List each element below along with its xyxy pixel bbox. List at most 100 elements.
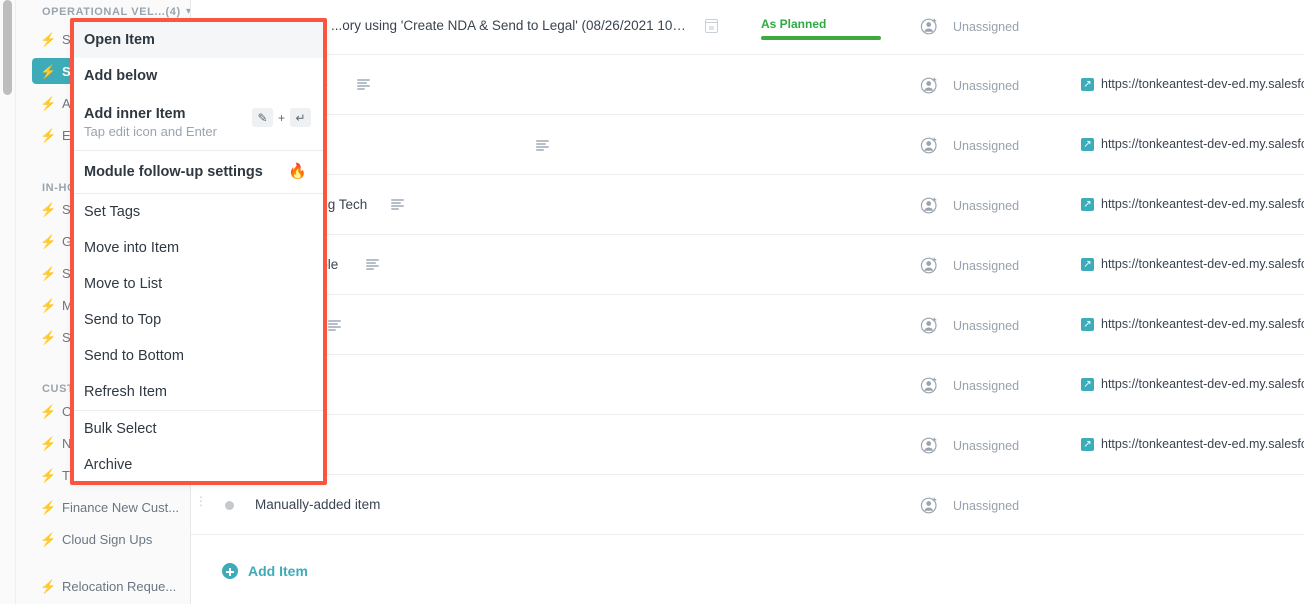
add-user-icon — [920, 196, 939, 215]
description-icon[interactable] — [536, 140, 549, 151]
assignee-cell[interactable]: Unassigned — [920, 136, 1019, 155]
assignee-label: Unassigned — [953, 379, 1019, 393]
sidebar-item-label: Cloud Sign Ups — [62, 532, 152, 547]
bolt-icon: ⚡ — [40, 33, 56, 46]
sidebar-item-finance-new-customer[interactable]: ⚡ Finance New Cust... — [32, 494, 184, 520]
add-user-icon — [920, 76, 939, 95]
link-label[interactable]: https://tonkeantest-dev-ed.my.salesfor… — [1101, 77, 1304, 91]
menu-item-open-item[interactable]: Open Item — [74, 22, 323, 58]
menu-item-label: Bulk Select — [84, 421, 323, 437]
menu-item-label: Archive — [84, 457, 323, 473]
link-label[interactable]: https://tonkeantest-dev-ed.my.salesfor… — [1101, 197, 1304, 211]
menu-item-send-to-top[interactable]: Send to Top — [74, 302, 323, 338]
row-title[interactable]: Manually-added item — [255, 497, 380, 512]
status-label: As Planned — [761, 17, 881, 31]
table-row[interactable]: ...ng Tech Unassigned https://tonkeantes… — [191, 175, 1304, 235]
assignee-label: Unassigned — [953, 499, 1019, 513]
description-icon[interactable] — [357, 79, 370, 90]
menu-item-bulk-select[interactable]: Bulk Select — [74, 411, 323, 447]
assignee-label: Unassigned — [953, 79, 1019, 93]
description-icon[interactable] — [391, 199, 404, 210]
table-row[interactable]: Unassigned https://tonkeantest-dev-ed.my… — [191, 115, 1304, 175]
context-menu: Open Item Add below Add inner Item Tap e… — [74, 22, 323, 481]
plus-icon — [222, 563, 238, 579]
bolt-icon: ⚡ — [40, 267, 56, 280]
bolt-icon: ⚡ — [40, 203, 56, 216]
assignee-cell[interactable]: Unassigned — [920, 496, 1019, 515]
flame-icon: 🔥 — [288, 164, 307, 179]
sidebar-item-cloud-sign-ups[interactable]: ⚡ Cloud Sign Ups — [32, 526, 184, 552]
link-label[interactable]: https://tonkeantest-dev-ed.my.salesfor… — [1101, 437, 1304, 451]
description-icon[interactable] — [366, 259, 379, 270]
menu-item-label: Module follow-up settings — [84, 164, 323, 180]
bolt-icon: ⚡ — [40, 65, 56, 78]
table-row[interactable]: Unassigned https://tonkeantest-dev-ed.my… — [191, 355, 1304, 415]
link-cell[interactable]: https://tonkeantest-dev-ed.my.salesfor… — [1081, 137, 1304, 151]
page-scrollbar-thumb[interactable] — [3, 0, 12, 95]
assignee-cell[interactable]: Unassigned — [920, 76, 1019, 95]
menu-item-refresh-item[interactable]: Refresh Item — [74, 374, 323, 410]
calendar-icon[interactable] — [705, 19, 718, 33]
bolt-icon: ⚡ — [40, 533, 56, 546]
menu-item-set-tags[interactable]: Set Tags — [74, 194, 323, 230]
link-cell[interactable]: https://tonkeantest-dev-ed.my.salesfor… — [1081, 317, 1304, 331]
add-user-icon — [920, 316, 939, 335]
row-status-dot — [225, 501, 234, 510]
sidebar-item-label: Relocation Reque... — [62, 579, 176, 594]
page-scrollbar[interactable] — [0, 0, 16, 604]
link-cell[interactable]: https://tonkeantest-dev-ed.my.salesfor… — [1081, 77, 1304, 91]
menu-item-add-inner-item[interactable]: Add inner Item Tap edit icon and Enter ✎… — [74, 94, 323, 150]
menu-item-send-to-bottom[interactable]: Send to Bottom — [74, 338, 323, 374]
table-row[interactable]: ...ple Unassigned https://tonkeantest-de… — [191, 235, 1304, 295]
table-row[interactable]: ...e Unassigned https://tonkeantest-dev-… — [191, 55, 1304, 115]
add-item-button[interactable]: Add Item — [222, 563, 308, 579]
menu-item-module-follow-up-settings[interactable]: Module follow-up settings 🔥 — [74, 151, 323, 193]
assignee-cell[interactable]: Unassigned — [920, 196, 1019, 215]
drag-handle-icon[interactable]: ⋮ — [195, 499, 205, 503]
assignee-cell[interactable]: Unassigned — [920, 436, 1019, 455]
menu-item-label: Move to List — [84, 276, 323, 292]
link-label[interactable]: https://tonkeantest-dev-ed.my.salesfor… — [1101, 317, 1304, 331]
assignee-cell[interactable]: Unassigned — [920, 256, 1019, 275]
table-row[interactable]: Unassigned https://tonkeantest-dev-ed.my… — [191, 295, 1304, 355]
assignee-label: Unassigned — [953, 259, 1019, 273]
assignee-cell[interactable]: Unassigned — [920, 316, 1019, 335]
table-row[interactable]: Unassigned https://tonkeantest-dev-ed.my… — [191, 415, 1304, 475]
description-icon[interactable] — [328, 320, 341, 331]
assignee-cell[interactable]: Unassigned — [920, 17, 1019, 36]
row-title[interactable]: ...ory using 'Create NDA & Send to Legal… — [331, 18, 686, 33]
menu-item-label: Set Tags — [84, 204, 323, 220]
menu-item-label: Move into Item — [84, 240, 323, 256]
add-item-label: Add Item — [248, 563, 308, 579]
menu-item-label: Add below — [84, 68, 323, 84]
menu-item-move-into-item[interactable]: Move into Item — [74, 230, 323, 266]
link-cell[interactable]: https://tonkeantest-dev-ed.my.salesfor… — [1081, 377, 1304, 391]
table-row[interactable]: ⋮ Manually-added item Unassigned — [191, 475, 1304, 535]
menu-item-add-below[interactable]: Add below — [74, 58, 323, 94]
link-cell[interactable]: https://tonkeantest-dev-ed.my.salesfor… — [1081, 437, 1304, 451]
table-row[interactable]: ...ory using 'Create NDA & Send to Legal… — [191, 0, 1304, 55]
menu-item-archive[interactable]: Archive — [74, 447, 323, 481]
link-cell[interactable]: https://tonkeantest-dev-ed.my.salesfor… — [1081, 257, 1304, 271]
external-link-icon — [1081, 78, 1094, 91]
menu-item-move-to-list[interactable]: Move to List — [74, 266, 323, 302]
sidebar-group-header-operational: OPERATIONAL VEL...(4) — [42, 6, 181, 18]
external-link-icon — [1081, 378, 1094, 391]
assignee-label: Unassigned — [953, 439, 1019, 453]
assignee-label: Unassigned — [953, 319, 1019, 333]
link-label[interactable]: https://tonkeantest-dev-ed.my.salesfor… — [1101, 257, 1304, 271]
menu-item-label: Open Item — [84, 32, 323, 48]
add-user-icon — [920, 256, 939, 275]
enter-key-icon: ↵ — [290, 108, 311, 127]
sidebar-item-relocation-request[interactable]: ⚡ Relocation Reque... — [32, 573, 184, 599]
assignee-cell[interactable]: Unassigned — [920, 376, 1019, 395]
bolt-icon: ⚡ — [40, 129, 56, 142]
link-cell[interactable]: https://tonkeantest-dev-ed.my.salesfor… — [1081, 197, 1304, 211]
bolt-icon: ⚡ — [40, 97, 56, 110]
bolt-icon: ⚡ — [40, 331, 56, 344]
external-link-icon — [1081, 198, 1094, 211]
link-label[interactable]: https://tonkeantest-dev-ed.my.salesfor… — [1101, 377, 1304, 391]
link-label[interactable]: https://tonkeantest-dev-ed.my.salesfor… — [1101, 137, 1304, 151]
bolt-icon: ⚡ — [40, 501, 56, 514]
menu-item-label: Send to Bottom — [84, 348, 323, 364]
